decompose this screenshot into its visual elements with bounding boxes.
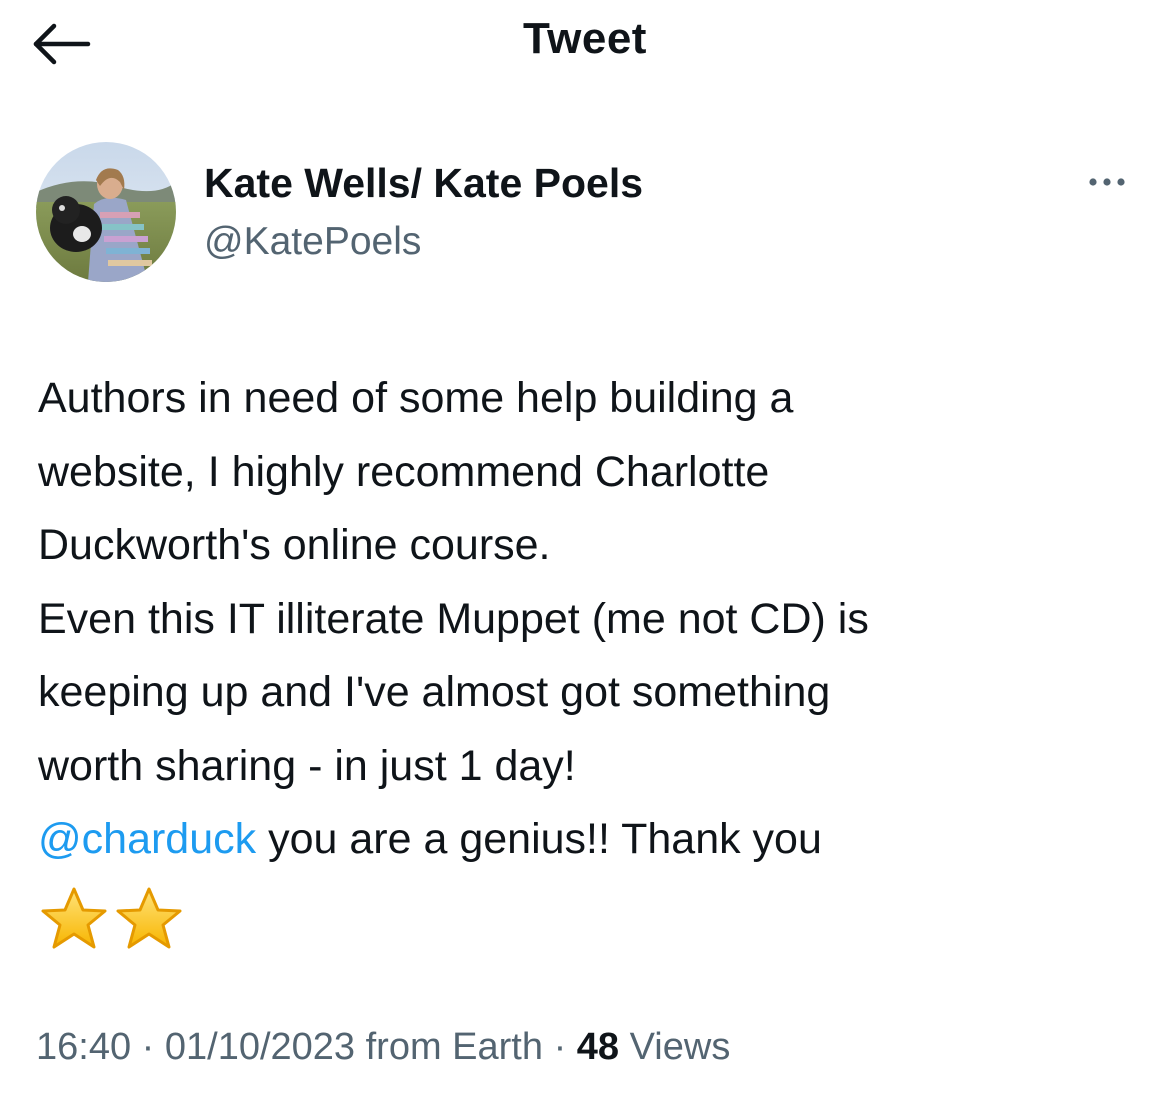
- avatar-photo: [36, 142, 176, 282]
- star-emoji-icon: [41, 887, 182, 948]
- author-handle[interactable]: @KatePoels: [204, 220, 421, 264]
- tweet-text-fragment: you are a genius!! Thank you: [256, 815, 822, 863]
- tweet-text-line: worth sharing - in just 1 day!: [38, 741, 576, 790]
- tweet-detail-page: Tweet Kate Wells/ Kate Poels @KatePoels …: [0, 0, 1158, 1110]
- tweet-text-line: Duckworth's online course.: [38, 521, 551, 569]
- author-display-name[interactable]: Kate Wells/ Kate Poels: [204, 160, 643, 207]
- tweet-text-line: website, I highly recommend Charlotte: [38, 447, 770, 496]
- views-label: Views: [619, 1026, 731, 1068]
- more-horizontal-icon: [1089, 178, 1125, 186]
- emoji-row: [38, 877, 1138, 950]
- tweet-author: Kate Wells/ Kate Poels @KatePoels: [0, 130, 1158, 300]
- top-bar: Tweet: [0, 0, 1158, 90]
- mention-link[interactable]: @charduck: [38, 815, 256, 863]
- tweet-text-line: Even this IT illiterate Muppet (me not C…: [38, 594, 869, 643]
- tweet-text-line: Authors in need of some help building a: [38, 374, 794, 422]
- page-title: Tweet: [523, 14, 647, 63]
- separator-dot: ·: [131, 1026, 165, 1068]
- tweet-date[interactable]: 01/10/2023: [165, 1026, 355, 1068]
- tweet-metadata: 16:40 · 01/10/2023 from Earth · 48 Views: [36, 1026, 730, 1069]
- tweet-source: from Earth: [355, 1026, 544, 1068]
- separator-dot: ·: [543, 1026, 577, 1068]
- views-count[interactable]: 48: [577, 1026, 619, 1068]
- tweet-time[interactable]: 16:40: [36, 1026, 131, 1068]
- avatar[interactable]: [36, 142, 176, 282]
- more-options-button[interactable]: [1084, 170, 1130, 194]
- tweet-text-line: keeping up and I've almost got something: [38, 668, 831, 716]
- tweet-text: Authors in need of some help building a …: [38, 362, 1138, 950]
- tweet-mention-line: @charduck you are a genius!! Thank you: [38, 803, 1138, 877]
